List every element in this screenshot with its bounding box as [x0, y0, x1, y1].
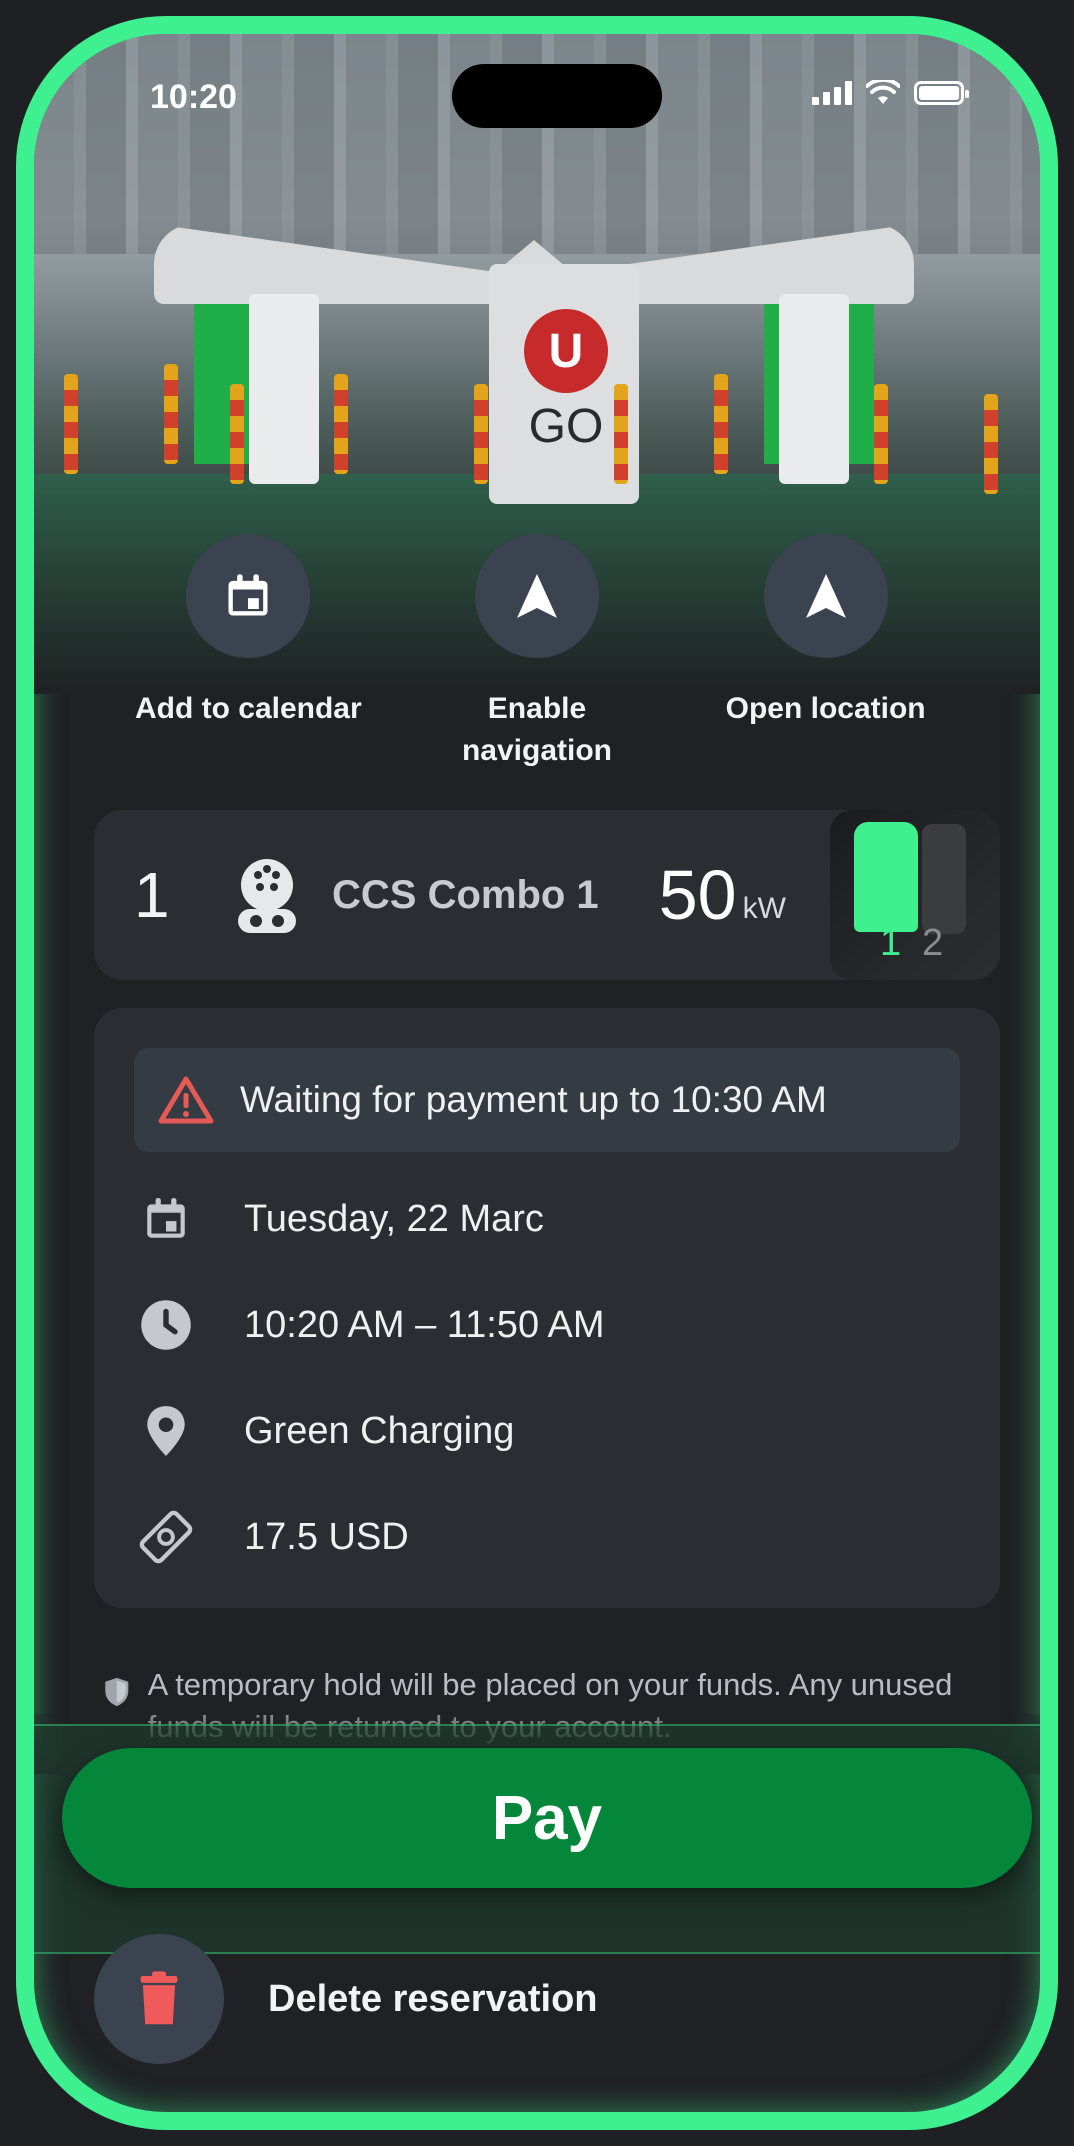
bollard	[874, 384, 888, 484]
navigation-arrow-icon	[805, 574, 846, 618]
open-location-button[interactable]	[763, 534, 888, 658]
enable-navigation-button[interactable]	[474, 534, 599, 658]
ticket-icon	[138, 1509, 194, 1565]
charger-unit-right	[779, 294, 849, 484]
connector-power: 50	[658, 856, 737, 934]
connector-handle-other	[922, 824, 966, 934]
bollard	[334, 374, 348, 474]
trash-icon	[140, 1971, 178, 2025]
bollard	[64, 374, 78, 474]
navigation-arrow-icon	[516, 574, 557, 618]
status-time: 10:20	[150, 78, 237, 116]
quick-actions: Add to calendar Enable navigation Open l…	[34, 534, 1040, 772]
status-bar: 10:20	[34, 34, 1040, 134]
battery-icon	[914, 81, 969, 105]
calendar-icon	[138, 1191, 194, 1247]
location-row: Green Charging	[138, 1396, 514, 1466]
payment-warning: Waiting for payment up to 10:30 AM	[134, 1048, 960, 1152]
dynamic-island	[452, 64, 662, 128]
ccs-plug-icon	[238, 859, 296, 933]
reservation-location: Green Charging	[244, 1409, 515, 1452]
thumb-label-1: 1	[880, 922, 902, 964]
date-row: Tuesday, 22 Marc	[138, 1184, 544, 1254]
bollard	[614, 384, 628, 484]
reservation-details-card: Waiting for payment up to 10:30 AM Tuesd…	[94, 1008, 1000, 1608]
reservation-price: 17.5 USD	[244, 1515, 409, 1558]
warning-triangle-icon	[158, 1076, 214, 1124]
delete-reservation-button[interactable]	[94, 1934, 224, 2064]
warning-text: Waiting for payment up to 10:30 AM	[240, 1079, 827, 1120]
thumb-label-2: 2	[922, 922, 944, 964]
connector-name: CCS Combo 1	[332, 872, 599, 917]
connector-card[interactable]: 1 CCS Combo 1 50 kW 1 2	[94, 810, 1000, 980]
bollard	[714, 374, 728, 474]
home-indicator[interactable]	[374, 2114, 730, 2126]
status-icons	[812, 80, 969, 106]
open-location-label: Open location	[725, 692, 926, 725]
reservation-date: Tuesday, 22 Marc	[244, 1197, 544, 1240]
shield-icon	[105, 1677, 129, 1707]
enable-navigation-action[interactable]: Enable navigation	[417, 534, 657, 772]
clock-icon	[138, 1297, 194, 1353]
wifi-icon	[866, 80, 900, 104]
price-row: 17.5 USD	[138, 1502, 409, 1572]
add-to-calendar-label: Add to calendar	[134, 692, 362, 725]
connector-handle-active	[854, 822, 918, 932]
enable-navigation-label: Enable navigation	[461, 692, 612, 767]
location-pin-icon	[138, 1403, 194, 1459]
delete-reservation-row[interactable]: Delete reservation	[94, 1934, 598, 2064]
connector-number: 1	[134, 859, 170, 931]
connector-power-unit: kW	[742, 892, 786, 925]
connector-thumbnail: 1 2	[830, 810, 1000, 980]
pay-button-label: Pay	[491, 1783, 603, 1853]
bollard	[230, 384, 244, 484]
add-to-calendar-button[interactable]	[186, 534, 311, 658]
time-row: 10:20 AM – 11:50 AM	[138, 1290, 605, 1360]
calendar-icon	[228, 574, 268, 616]
charger-unit-left	[249, 294, 319, 484]
pay-button[interactable]: Pay	[62, 1748, 1032, 1888]
delete-reservation-label: Delete reservation	[268, 1977, 598, 2020]
cellular-signal-icon	[812, 81, 852, 105]
bollard	[984, 394, 998, 494]
station-logo: U	[524, 309, 608, 393]
station-logo-text: GO	[528, 400, 604, 453]
reservation-time: 10:20 AM – 11:50 AM	[244, 1303, 605, 1346]
phone-frame: U GO 10:20 Add to calendar Enable naviga…	[16, 16, 1058, 2130]
bollard	[164, 364, 178, 464]
bollard	[474, 384, 488, 484]
open-location-action[interactable]: Open location	[706, 534, 946, 772]
add-to-calendar-action[interactable]: Add to calendar	[128, 534, 368, 772]
